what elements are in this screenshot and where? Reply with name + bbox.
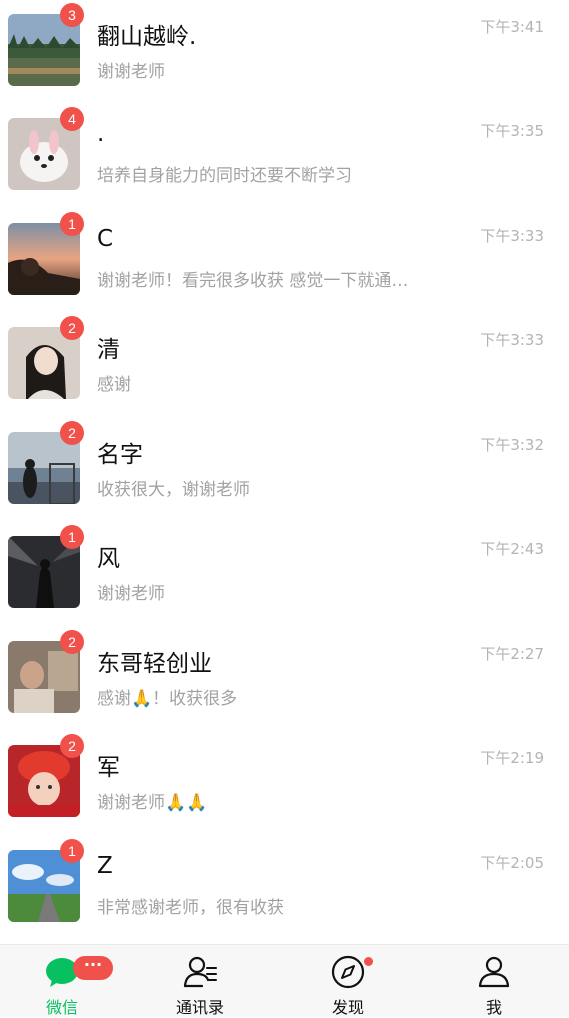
unread-badge: 2 <box>60 630 84 654</box>
unread-badge: 2 <box>60 734 84 758</box>
unread-badge: 4 <box>60 107 84 131</box>
chat-item[interactable]: 2 名字 收获很大，谢谢老师 下午3:32 <box>0 418 569 522</box>
contact-name: 东哥轻创业 <box>97 651 212 677</box>
unread-badge: 1 <box>60 212 84 236</box>
message-preview: 谢谢老师 <box>97 62 165 82</box>
contact-name: 风 <box>97 546 120 572</box>
tab-label: 微信 <box>45 998 78 1017</box>
contact-name: 名字 <box>97 442 143 468</box>
message-time: 下午2:05 <box>480 854 544 872</box>
tab-label: 发现 <box>331 998 364 1017</box>
message-preview: 非常感谢老师，很有收获 <box>97 898 284 918</box>
message-time: 下午2:19 <box>480 749 544 767</box>
message-preview: 感谢🙏！收获很多 <box>97 689 238 709</box>
contact-name: 军 <box>97 755 120 781</box>
message-time: 下午3:33 <box>480 227 544 245</box>
chat-item[interactable]: 1 C 谢谢老师！看完很多收获 感觉一下就通… 下午3:33 <box>0 209 569 313</box>
unread-badge: 1 <box>60 525 84 549</box>
unread-badge: 1 <box>60 839 84 863</box>
message-preview: 收获很大，谢谢老师 <box>97 480 250 500</box>
chat-list: 3 翻山越岭. 谢谢老师 下午3:41 4 . 培养自身能力的同时还要不断学习 … <box>0 0 569 943</box>
contact-name: C <box>97 226 114 252</box>
chat-item[interactable]: 1 风 谢谢老师 下午2:43 <box>0 522 569 626</box>
contact-name: Z <box>97 853 113 879</box>
chat-item[interactable]: 2 军 谢谢老师🙏🙏 下午2:19 <box>0 731 569 835</box>
message-preview: 感谢 <box>97 375 131 395</box>
message-preview: 谢谢老师！看完很多收获 感觉一下就通… <box>97 271 409 291</box>
message-time: 下午3:41 <box>480 18 544 36</box>
chat-item[interactable]: 4 . 培养自身能力的同时还要不断学习 下午3:35 <box>0 104 569 208</box>
message-time: 下午3:33 <box>480 331 544 349</box>
tab-label: 通讯录 <box>175 998 224 1017</box>
message-preview: 谢谢老师 <box>97 584 165 604</box>
person-icon <box>478 956 510 988</box>
message-preview: 培养自身能力的同时还要不断学习 <box>97 166 352 186</box>
message-time: 下午2:27 <box>480 645 544 663</box>
tab-discover[interactable]: 发现 <box>298 945 398 1017</box>
chat-item[interactable]: 2 清 感谢 下午3:33 <box>0 313 569 417</box>
contact-name: . <box>97 121 105 147</box>
message-time: 下午3:35 <box>480 122 544 140</box>
message-time: 下午2:43 <box>480 540 544 558</box>
contact-name: 清 <box>97 337 120 363</box>
compass-icon <box>331 955 365 989</box>
contacts-icon <box>183 956 217 988</box>
chat-item[interactable]: 1 Z 非常感谢老师，很有收获 下午2:05 <box>0 836 569 940</box>
message-time: 下午3:32 <box>480 436 544 454</box>
message-preview: 谢谢老师🙏🙏 <box>97 793 208 813</box>
chat-item[interactable]: 2 东哥轻创业 感谢🙏！收获很多 下午2:27 <box>0 627 569 731</box>
discover-notification-dot <box>364 957 373 966</box>
tab-contacts[interactable]: 通讯录 <box>150 945 250 1017</box>
contact-name: 翻山越岭. <box>97 24 197 50</box>
tab-label: 我 <box>485 998 502 1017</box>
tab-me[interactable]: 我 <box>444 945 544 1017</box>
chat-item[interactable]: 3 翻山越岭. 谢谢老师 下午3:41 <box>0 0 569 104</box>
tab-unread-badge: ··· <box>73 956 113 980</box>
unread-badge: 2 <box>60 421 84 445</box>
unread-badge: 2 <box>60 316 84 340</box>
unread-badge: 3 <box>60 3 84 27</box>
